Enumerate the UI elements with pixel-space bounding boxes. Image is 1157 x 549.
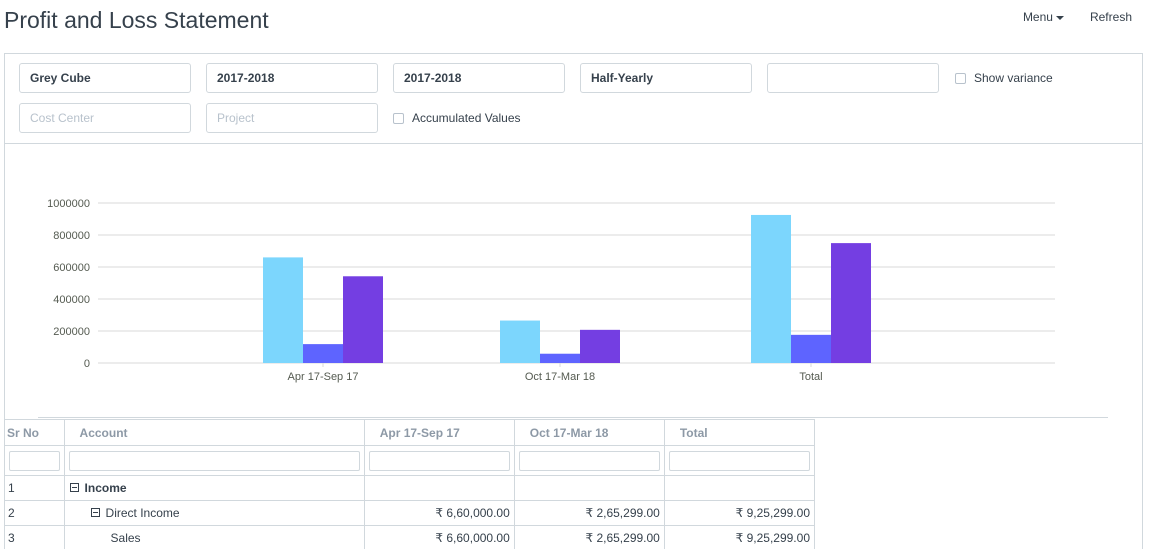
accumulated-values-label: Accumulated Values (412, 111, 521, 125)
bar-chart: 0 200000 400000 600000 800000 1000000 Apr 17-S… (5, 145, 1142, 420)
y-tick-label: 1000000 (47, 198, 90, 210)
cost-center-field[interactable]: Cost Center (19, 103, 191, 133)
checkbox-icon[interactable] (393, 112, 404, 124)
page-title: Profit and Loss Statement (4, 7, 269, 33)
amount-cell (364, 475, 515, 501)
chart-svg: 0 200000 400000 600000 800000 1000000 Apr 17-S… (47, 198, 1055, 383)
y-tick-label: 200000 (53, 326, 90, 338)
account-label: Sales (110, 531, 141, 545)
amount-cell: ₹ 2,65,299.00 (514, 500, 665, 526)
header-actions: Menu Refresh (1023, 10, 1132, 24)
filter-cell (5, 445, 65, 476)
company-field[interactable]: Grey Cube (19, 63, 191, 93)
chart-divider (38, 417, 1108, 418)
account-cell: Income (64, 475, 365, 501)
column-filter-input[interactable] (368, 450, 510, 471)
y-tick-label: 400000 (53, 294, 90, 306)
collapse-icon[interactable] (69, 483, 79, 493)
chart-bar (580, 329, 620, 363)
amount-cell (664, 475, 816, 501)
column-filter-input[interactable] (9, 450, 60, 471)
chart-bar (500, 320, 540, 363)
project-field[interactable]: Project (206, 103, 378, 133)
y-tick-label: 0 (84, 358, 90, 370)
amount-cell: ₹ 9,25,299.00 (664, 500, 816, 526)
account-cell: Direct Income (64, 500, 365, 526)
table-row[interactable]: 2 Direct Income ₹ 6,60,000.00 ₹ 2,65,299… (5, 500, 816, 526)
accumulated-values-checkbox[interactable]: Accumulated Values (393, 111, 521, 125)
sr-cell: 3 (5, 525, 65, 549)
table-row[interactable]: 1 Income (5, 475, 816, 501)
table-header-row: Sr No Account Apr 17-Sep 17 Oct 17-Mar 1… (5, 419, 816, 446)
column-filter-input[interactable] (518, 450, 660, 471)
menu-button[interactable]: Menu (1023, 10, 1064, 24)
checkbox-icon[interactable] (955, 72, 966, 84)
report-panel: Grey Cube 2017-2018 2017-2018 Half-Yearl… (4, 53, 1143, 549)
amount-cell: ₹ 6,60,000.00 (364, 500, 515, 526)
chart-bar (791, 334, 831, 363)
chart-bar (263, 257, 303, 363)
show-variance-checkbox[interactable]: Show variance (955, 71, 1053, 85)
column-filter-input[interactable] (68, 450, 360, 471)
menu-label: Menu (1022, 10, 1053, 24)
x-tick-label: Total (799, 371, 822, 383)
filter-cell (64, 445, 365, 476)
account-label: Income (84, 481, 127, 495)
caret-down-icon (1055, 15, 1064, 20)
y-tick-label: 600000 (53, 262, 90, 274)
sr-cell: 1 (5, 475, 65, 501)
from-fiscal-year-field[interactable]: 2017-2018 (206, 63, 378, 93)
refresh-button[interactable]: Refresh (1090, 10, 1132, 24)
sr-cell: 2 (5, 500, 65, 526)
show-variance-label: Show variance (974, 71, 1053, 85)
collapse-icon[interactable] (90, 508, 100, 518)
y-tick-label: 800000 (53, 230, 90, 242)
chart-bar (303, 344, 343, 363)
chart-bar (343, 276, 383, 363)
chart-bar (831, 243, 871, 363)
report-table: Sr No Account Apr 17-Sep 17 Oct 17-Mar 1… (5, 419, 816, 549)
account-cell: Sales (64, 525, 365, 549)
to-fiscal-year-field[interactable]: 2017-2018 (393, 63, 565, 93)
blank-filter-field[interactable] (767, 63, 939, 93)
column-header[interactable]: Oct 17-Mar 18 (514, 419, 665, 446)
column-header[interactable]: Account (64, 419, 365, 446)
amount-cell (514, 475, 665, 501)
x-tick-label: Apr 17-Sep 17 (288, 371, 359, 383)
column-header[interactable]: Total (664, 419, 816, 446)
filter-row (5, 445, 816, 476)
chart-bar (540, 353, 580, 363)
column-header[interactable]: Apr 17-Sep 17 (364, 419, 515, 446)
filter-section: Grey Cube 2017-2018 2017-2018 Half-Yearl… (5, 54, 1142, 144)
amount-cell: ₹ 9,25,299.00 (664, 525, 816, 549)
amount-cell: ₹ 6,60,000.00 (364, 525, 515, 549)
filter-cell (514, 445, 665, 476)
amount-cell: ₹ 2,65,299.00 (514, 525, 665, 549)
filter-cell (364, 445, 515, 476)
column-header[interactable]: Sr No (5, 419, 65, 446)
account-label: Direct Income (105, 506, 180, 520)
periodicity-field[interactable]: Half-Yearly (580, 63, 752, 93)
table-row[interactable]: 3 Sales ₹ 6,60,000.00 ₹ 2,65,299.00 ₹ 9,… (5, 525, 816, 549)
filter-cell (664, 445, 816, 476)
x-tick-label: Oct 17-Mar 18 (525, 371, 595, 383)
column-filter-input[interactable] (668, 450, 810, 471)
chart-bar (751, 214, 791, 363)
